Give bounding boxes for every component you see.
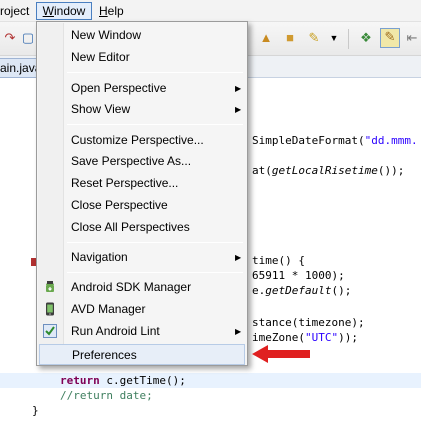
submenu-arrow-icon: ▶ [235,253,242,262]
menu-separator [67,124,243,125]
code-line: time() { [252,254,305,267]
code-line-brace: } [32,404,39,417]
menu-separator [67,242,243,243]
open-folder-icon[interactable]: ▲ [258,30,274,46]
submenu-arrow-icon: ▶ [235,84,242,93]
menu-item-open-perspective[interactable]: Open Perspective ▶ [39,78,245,99]
menu-bar: roject Window Help [0,0,421,22]
code-line: at(getLocalRisetime()); [252,164,405,177]
avd-device-icon [43,302,57,316]
menu-item-avd-manager[interactable]: AVD Manager [39,299,245,320]
menu-item-reset-perspective[interactable]: Reset Perspective... [39,173,245,194]
code-line: e.getDefault(); [252,284,352,297]
menu-item-close-all-perspectives[interactable]: Close All Perspectives [39,217,245,238]
navigate-icon[interactable]: ❖ [358,30,374,46]
menu-item-new-editor[interactable]: New Editor [39,47,245,68]
menu-separator [67,272,243,273]
menu-item-android-sdk-manager[interactable]: Android SDK Manager [39,277,245,298]
next-annotation-icon[interactable]: ⇤ [404,30,420,46]
menu-item-customize-perspective[interactable]: Customize Perspective... [39,130,245,151]
lint-check-icon [43,324,57,338]
code-line-comment: //return date; [60,389,153,402]
code-line: SimpleDateFormat("dd.mmm. [252,134,418,147]
code-line: imeZone("UTC")); [252,331,358,344]
code-line: 65911 * 1000); [252,269,345,282]
toolbar-new-icon[interactable]: ▢ [20,30,36,46]
menu-item-close-perspective[interactable]: Close Perspective [39,195,245,216]
menu-item-navigation[interactable]: Navigation ▶ [39,247,245,268]
menu-help[interactable]: Help [99,3,124,20]
annotation-arrow-icon [252,345,310,363]
menu-separator [67,72,243,73]
menu-item-preferences[interactable]: Preferences [39,344,245,365]
menu-item-save-perspective-as[interactable]: Save Perspective As... [39,151,245,172]
code-line: stance(timezone); [252,316,365,329]
folder-icon[interactable]: ■ [282,30,298,46]
pencil-icon[interactable]: ✎ [306,30,322,46]
menu-item-new-window[interactable]: New Window [39,25,245,46]
menu-window[interactable]: Window [36,2,92,20]
toolbar-tool-icon[interactable]: ↷ [2,30,18,46]
chevron-down-icon[interactable]: ▼ [326,30,342,46]
code-line-return: return c.getTime(); [60,374,186,387]
window-menu-dropdown: New Window New Editor Open Perspective ▶ … [36,21,248,366]
highlight-toggle-icon[interactable]: ✎ [380,28,400,48]
toolbar-separator [348,29,349,49]
menu-project[interactable]: roject [0,3,29,20]
submenu-arrow-icon: ▶ [235,105,242,114]
submenu-arrow-icon: ▶ [235,327,242,336]
menu-item-show-view[interactable]: Show View ▶ [39,99,245,120]
android-sdk-icon [43,280,57,294]
menu-item-run-android-lint[interactable]: Run Android Lint ▶ [39,321,245,342]
